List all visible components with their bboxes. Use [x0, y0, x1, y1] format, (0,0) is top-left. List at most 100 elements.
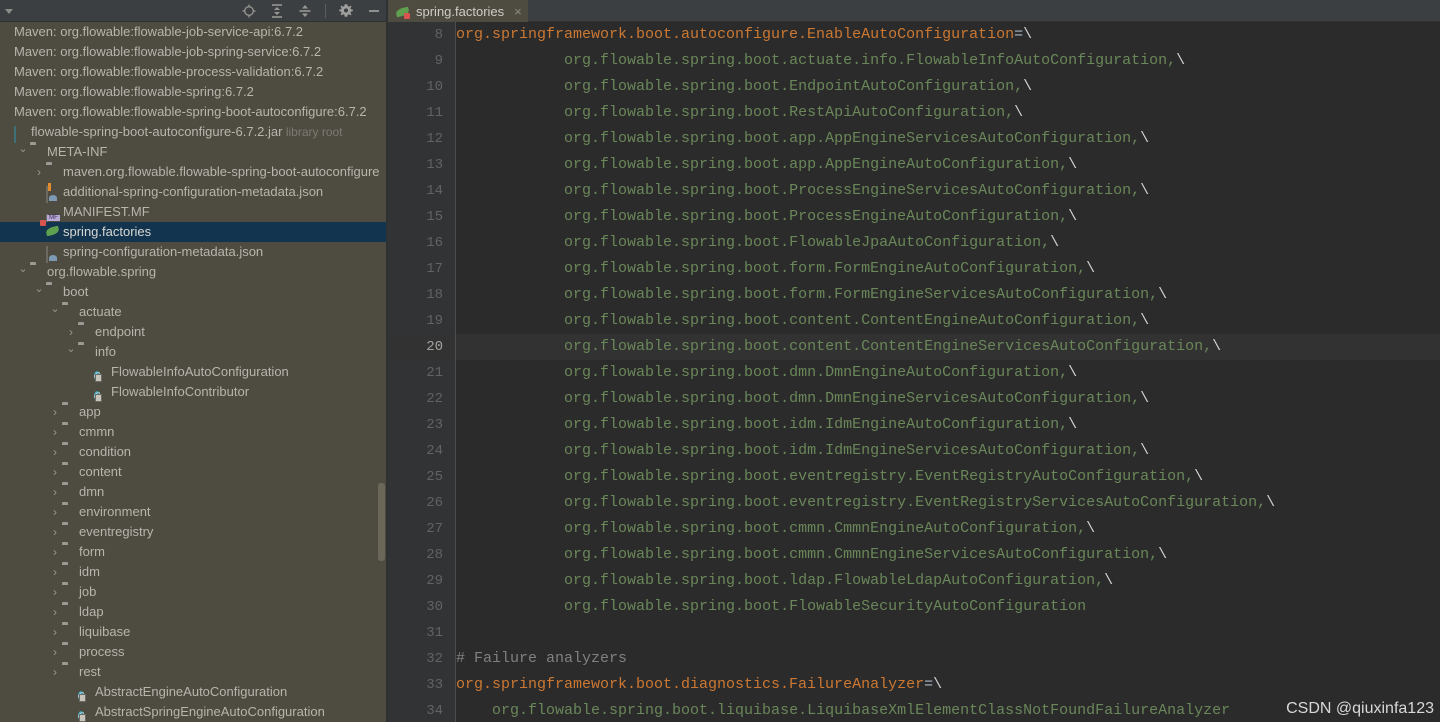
- tree-item[interactable]: › app: [0, 402, 388, 422]
- tree-item[interactable]: C AbstractEngineAutoConfiguration: [0, 682, 388, 702]
- code-line[interactable]: org.flowable.spring.boot.dmn.DmnEngineAu…: [456, 360, 1077, 386]
- tree-item[interactable]: ⌄ META-INF: [0, 142, 388, 162]
- tree-item[interactable]: › dmn: [0, 482, 388, 502]
- code-line[interactable]: org.flowable.spring.boot.dmn.DmnEngineSe…: [456, 386, 1149, 412]
- collapse-all-icon[interactable]: [297, 3, 313, 19]
- chevron-down-icon[interactable]: ⌄: [18, 262, 28, 282]
- tree-item[interactable]: › ldap: [0, 602, 388, 622]
- tree-item[interactable]: › maven.org.flowable.flowable-spring-boot…: [0, 162, 388, 182]
- code-property-value: org.flowable.spring.boot.ProcessEngineAu…: [564, 208, 1069, 225]
- tree-item[interactable]: › idm: [0, 562, 388, 582]
- line-number-gutter[interactable]: 8 9 10 11 12 13 14 15 16 17 18 19 20 21 22 23 24 25 26 27 28…: [388, 22, 455, 722]
- code-line[interactable]: org.flowable.spring.boot.actuate.info.Fl…: [456, 48, 1185, 74]
- code-line[interactable]: org.flowable.spring.boot.liquibase.Liqui…: [456, 698, 1230, 722]
- locate-icon[interactable]: [241, 3, 257, 19]
- chevron-right-icon[interactable]: ›: [50, 402, 60, 422]
- chevron-right-icon[interactable]: ›: [66, 322, 76, 342]
- tree-item[interactable]: Maven: org.flowable:flowable-spring-boot…: [0, 102, 388, 122]
- list-dropdown-icon[interactable]: [0, 3, 18, 19]
- code-content[interactable]: org.springframework.boot.autoconfigure.E…: [456, 22, 1440, 722]
- chevron-down-icon[interactable]: ⌄: [50, 302, 60, 322]
- code-line[interactable]: org.springframework.boot.diagnostics.Fai…: [456, 672, 942, 698]
- tree-item[interactable]: MANIFEST.MF: [0, 202, 388, 222]
- project-tree-scrollbar[interactable]: [378, 483, 385, 561]
- tree-item[interactable]: C AbstractSpringEngineAutoConfiguration: [0, 702, 388, 722]
- code-line[interactable]: org.flowable.spring.boot.cmmn.CmmnEngine…: [456, 516, 1095, 542]
- tree-item[interactable]: C FlowableInfoAutoConfiguration: [0, 362, 388, 382]
- chevron-right-icon[interactable]: ›: [50, 462, 60, 482]
- minimize-icon[interactable]: [366, 3, 382, 19]
- tree-item[interactable]: › environment: [0, 502, 388, 522]
- tree-item[interactable]: › process: [0, 642, 388, 662]
- tree-item[interactable]: Maven: org.flowable:flowable-spring:6.7.…: [0, 82, 388, 102]
- tree-item[interactable]: spring.factories: [0, 220, 388, 242]
- tree-item[interactable]: flowable-spring-boot-autoconfigure-6.7.2…: [0, 122, 388, 143]
- tree-item[interactable]: Maven: org.flowable:flowable-job-service…: [0, 22, 388, 42]
- code-line[interactable]: # Failure analyzers: [456, 646, 627, 672]
- chevron-down-icon[interactable]: ⌄: [18, 142, 28, 162]
- code-line[interactable]: org.flowable.spring.boot.form.FormEngine…: [456, 256, 1095, 282]
- tree-item[interactable]: › job: [0, 582, 388, 602]
- chevron-right-icon[interactable]: ›: [34, 162, 44, 182]
- chevron-right-icon[interactable]: ›: [50, 622, 60, 642]
- folder-icon: [62, 465, 77, 479]
- chevron-right-icon[interactable]: ›: [50, 562, 60, 582]
- code-line[interactable]: org.flowable.spring.boot.app.AppEngineAu…: [456, 152, 1077, 178]
- tab-spring-factories[interactable]: spring.factories ×: [388, 0, 528, 22]
- code-line[interactable]: org.flowable.spring.boot.eventregistry.E…: [456, 490, 1275, 516]
- chevron-right-icon[interactable]: ›: [50, 602, 60, 622]
- code-line[interactable]: org.flowable.spring.boot.RestApiAutoConf…: [456, 100, 1023, 126]
- tree-item[interactable]: Maven: org.flowable:flowable-job-spring-…: [0, 42, 388, 62]
- code-line[interactable]: org.flowable.spring.boot.ldap.FlowableLd…: [456, 568, 1113, 594]
- chevron-right-icon[interactable]: ›: [50, 662, 60, 682]
- chevron-right-icon[interactable]: ›: [50, 582, 60, 602]
- tree-item[interactable]: ⌄ info: [0, 342, 388, 362]
- code-line[interactable]: org.flowable.spring.boot.content.Content…: [456, 308, 1149, 334]
- code-line[interactable]: org.flowable.spring.boot.idm.IdmEngineAu…: [456, 412, 1077, 438]
- code-line[interactable]: org.flowable.spring.boot.ProcessEngineSe…: [456, 178, 1149, 204]
- chevron-down-icon[interactable]: ⌄: [34, 282, 44, 302]
- code-line[interactable]: org.flowable.spring.boot.form.FormEngine…: [456, 282, 1167, 308]
- tree-item[interactable]: C FlowableInfoContributor: [0, 382, 388, 402]
- code-line[interactable]: org.flowable.spring.boot.cmmn.CmmnEngine…: [456, 542, 1167, 568]
- project-tree[interactable]: Maven: org.flowable:flowable-job-service…: [0, 22, 388, 722]
- chevron-right-icon[interactable]: ›: [50, 502, 60, 522]
- code-line[interactable]: org.flowable.spring.boot.idm.IdmEngineSe…: [456, 438, 1149, 464]
- tree-item[interactable]: Maven: org.flowable:flowable-process-val…: [0, 62, 388, 82]
- project-tool-window[interactable]: Maven: org.flowable:flowable-job-service…: [0, 0, 388, 722]
- code-continuation: \: [1176, 52, 1186, 69]
- close-icon[interactable]: ×: [514, 4, 522, 19]
- tree-item[interactable]: › cmmn: [0, 422, 388, 442]
- tree-item[interactable]: ⌄ boot: [0, 282, 388, 302]
- chevron-right-icon[interactable]: ›: [50, 542, 60, 562]
- code-continuation: \: [1086, 520, 1096, 537]
- tree-item[interactable]: › form: [0, 542, 388, 562]
- tree-item[interactable]: › rest: [0, 662, 388, 682]
- tree-item[interactable]: › endpoint: [0, 322, 388, 342]
- chevron-down-icon[interactable]: ⌄: [66, 342, 76, 362]
- code-line[interactable]: org.flowable.spring.boot.FlowableJpaAuto…: [456, 230, 1059, 256]
- chevron-right-icon[interactable]: ›: [50, 642, 60, 662]
- tree-item[interactable]: › eventregistry: [0, 522, 388, 542]
- tree-item[interactable]: spring-configuration-metadata.json: [0, 242, 388, 263]
- chevron-right-icon[interactable]: ›: [50, 442, 60, 462]
- chevron-right-icon[interactable]: ›: [50, 522, 60, 542]
- code-property-value: org.flowable.spring.boot.cmmn.CmmnEngine…: [564, 546, 1159, 563]
- tree-item[interactable]: ⌄ org.flowable.spring: [0, 262, 388, 282]
- code-line[interactable]: org.flowable.spring.boot.EndpointAutoCon…: [456, 74, 1032, 100]
- code-line[interactable]: org.flowable.spring.boot.content.Content…: [456, 334, 1440, 360]
- tree-item[interactable]: › liquibase: [0, 622, 388, 642]
- tree-item[interactable]: › content: [0, 462, 388, 482]
- tree-item[interactable]: additional-spring-configuration-metadata…: [0, 182, 388, 203]
- gear-icon[interactable]: [338, 3, 354, 19]
- code-line[interactable]: org.flowable.spring.boot.eventregistry.E…: [456, 464, 1203, 490]
- chevron-right-icon[interactable]: ›: [50, 422, 60, 442]
- code-line[interactable]: org.flowable.spring.boot.app.AppEngineSe…: [456, 126, 1149, 152]
- code-line[interactable]: org.springframework.boot.autoconfigure.E…: [456, 22, 1032, 48]
- code-line[interactable]: org.flowable.spring.boot.FlowableSecurit…: [456, 594, 1086, 620]
- tree-item[interactable]: ⌄ actuate: [0, 302, 388, 322]
- tree-item[interactable]: › condition: [0, 442, 388, 462]
- code-line[interactable]: org.flowable.spring.boot.ProcessEngineAu…: [456, 204, 1077, 230]
- expand-all-icon[interactable]: [269, 3, 285, 19]
- chevron-right-icon[interactable]: ›: [50, 482, 60, 502]
